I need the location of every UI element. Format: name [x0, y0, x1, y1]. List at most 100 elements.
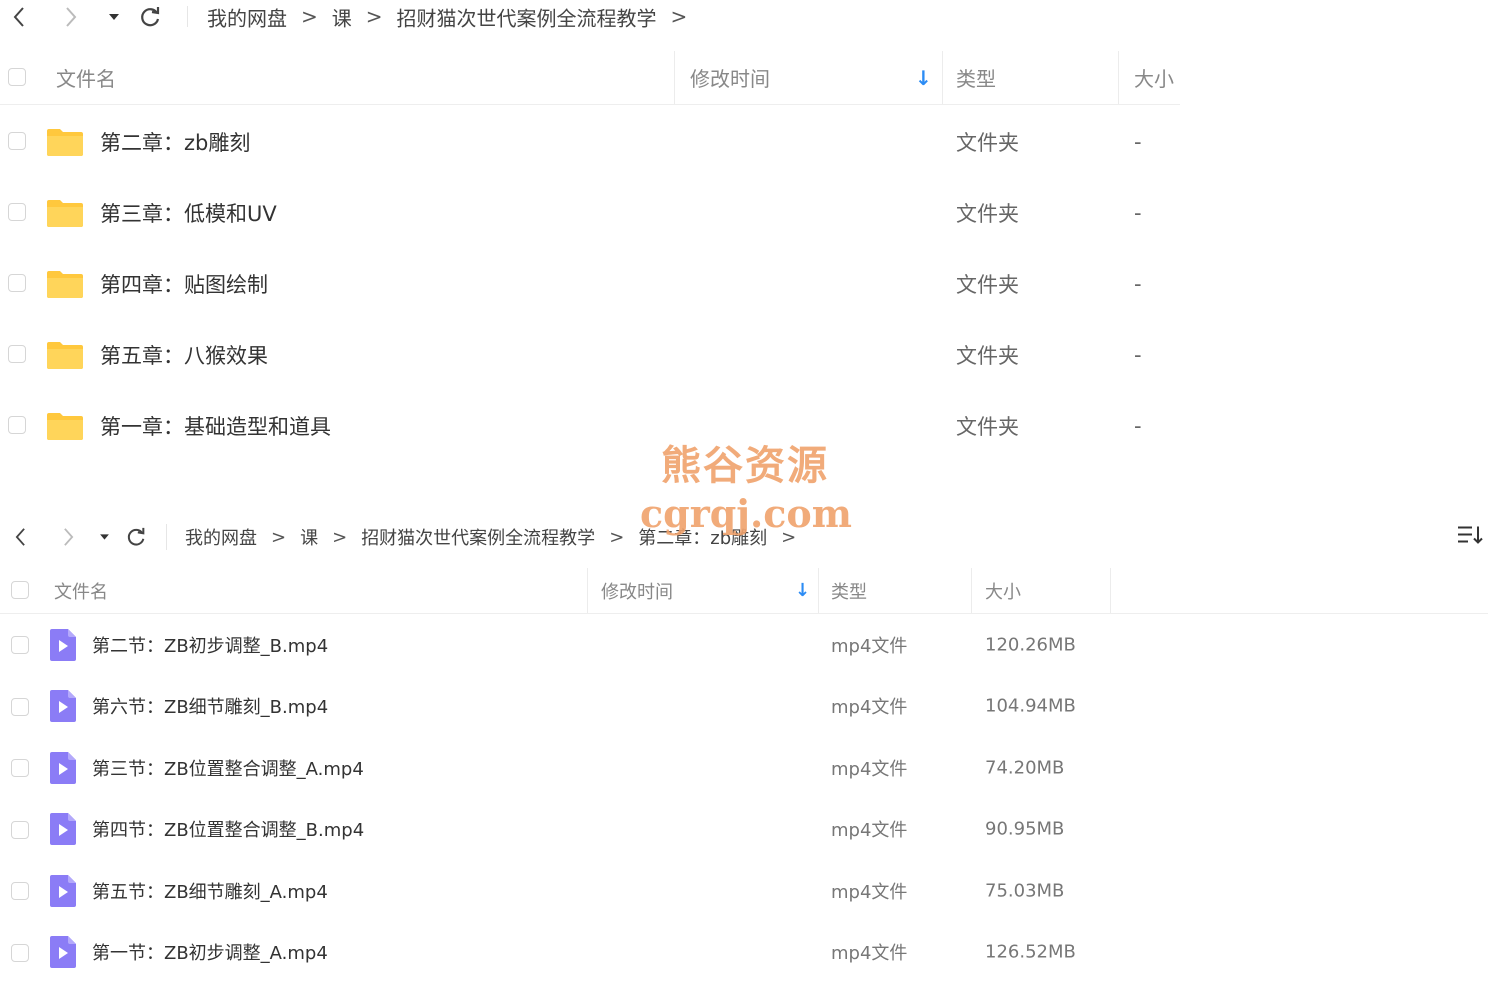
column-header-name[interactable]: 文件名 — [56, 51, 116, 104]
sort-menu-button[interactable] — [1456, 524, 1484, 551]
table-row[interactable]: 第三节：ZB位置整合调整_A.mp4 mp4文件 74.20MB — [0, 737, 1488, 799]
toolbar-divider — [166, 524, 167, 550]
file-name[interactable]: 第一章：基础造型和道具 — [100, 411, 331, 441]
file-type: mp4文件 — [831, 635, 908, 657]
column-header-type[interactable]: 类型 — [956, 51, 996, 104]
refresh-icon — [141, 6, 160, 26]
breadcrumb-item[interactable]: 我的网盘 — [185, 524, 257, 550]
row-checkbox[interactable] — [11, 697, 29, 716]
column-header-type[interactable]: 类型 — [831, 568, 867, 613]
table-row[interactable]: 第六节：ZB细节雕刻_B.mp4 mp4文件 104.94MB — [0, 676, 1488, 738]
breadcrumb-separator: > — [609, 526, 625, 548]
column-divider — [674, 51, 675, 104]
column-header-size[interactable]: 大小 — [985, 568, 1021, 613]
forward-button[interactable] — [64, 6, 78, 28]
select-all-checkbox[interactable] — [8, 68, 26, 86]
file-type: mp4文件 — [831, 820, 908, 842]
file-name[interactable]: 第三节：ZB位置整合调整_A.mp4 — [92, 755, 364, 781]
file-type: 文件夹 — [956, 272, 1019, 297]
table-row[interactable]: 第五章：八猴效果 文件夹 - — [0, 319, 1180, 390]
file-size: - — [1134, 271, 1142, 296]
folder-icon — [47, 412, 83, 440]
file-name[interactable]: 第一节：ZB初步调整_A.mp4 — [92, 939, 328, 965]
column-header-name[interactable]: 文件名 — [54, 568, 108, 613]
row-checkbox[interactable] — [8, 416, 26, 434]
table-row[interactable]: 第二节：ZB初步调整_B.mp4 mp4文件 120.26MB — [0, 614, 1488, 676]
file-name[interactable]: 第五章：八猴效果 — [100, 340, 268, 370]
video-file-icon — [50, 874, 76, 907]
breadcrumb-item[interactable]: 课 — [332, 2, 352, 31]
table-row[interactable]: 第一章：基础造型和道具 文件夹 - — [0, 390, 1180, 461]
table-row[interactable]: 第三章：低模和UV 文件夹 - — [0, 177, 1180, 248]
breadcrumb-separator: > — [301, 4, 318, 29]
table-row[interactable]: 第五节：ZB细节雕刻_A.mp4 mp4文件 75.03MB — [0, 860, 1488, 922]
file-size: - — [1134, 200, 1142, 225]
breadcrumb: 我的网盘 > 课 > 招财猫次世代案例全流程教学 > 第二章：zb雕刻 > — [185, 524, 810, 550]
breadcrumb-separator: > — [271, 526, 287, 548]
row-checkbox[interactable] — [8, 345, 26, 363]
file-size: 120.26MB — [985, 634, 1076, 656]
file-name[interactable]: 第二节：ZB初步调整_B.mp4 — [92, 632, 328, 658]
breadcrumb-item[interactable]: 我的网盘 — [207, 2, 287, 31]
file-size: 75.03MB — [985, 880, 1065, 902]
file-size: 74.20MB — [985, 757, 1065, 779]
breadcrumb-item[interactable]: 招财猫次世代案例全流程教学 — [397, 2, 657, 31]
folder-icon — [47, 199, 83, 227]
refresh-button[interactable] — [138, 5, 162, 29]
sort-descending-icon[interactable]: ↓ — [915, 51, 932, 104]
row-checkbox[interactable] — [11, 759, 29, 777]
file-type: mp4文件 — [831, 881, 908, 903]
toolbar-divider — [187, 6, 188, 27]
forward-button[interactable] — [62, 527, 75, 547]
file-type: mp4文件 — [831, 758, 908, 780]
file-name[interactable]: 第五节：ZB细节雕刻_A.mp4 — [92, 878, 328, 904]
file-size: 126.52MB — [985, 941, 1076, 963]
table-row[interactable]: 第四章：贴图绘制 文件夹 - — [0, 248, 1180, 319]
back-button[interactable] — [14, 527, 27, 547]
file-name[interactable]: 第四节：ZB位置整合调整_B.mp4 — [92, 816, 364, 842]
row-checkbox[interactable] — [8, 274, 26, 292]
sort-descending-icon[interactable]: ↓ — [795, 568, 810, 613]
video-file-icon — [50, 751, 76, 784]
caret-down-icon — [100, 534, 109, 540]
video-file-icon — [50, 628, 76, 661]
row-checkbox[interactable] — [8, 132, 26, 150]
row-checkbox[interactable] — [11, 882, 29, 900]
row-checkbox[interactable] — [8, 203, 26, 221]
column-header-modified[interactable]: 修改时间 — [690, 51, 770, 104]
table-row[interactable]: 第四节：ZB位置整合调整_B.mp4 mp4文件 90.95MB — [0, 799, 1488, 861]
file-name[interactable]: 第三章：低模和UV — [100, 198, 277, 228]
column-divider — [1118, 51, 1119, 104]
file-name[interactable]: 第四章：贴图绘制 — [100, 269, 268, 299]
file-type: 文件夹 — [956, 343, 1019, 368]
file-name[interactable]: 第六节：ZB细节雕刻_B.mp4 — [92, 693, 328, 719]
row-checkbox[interactable] — [11, 820, 29, 839]
breadcrumb: 我的网盘 > 课 > 招财猫次世代案例全流程教学 > — [207, 2, 701, 31]
folder-icon — [47, 341, 83, 369]
table-row[interactable]: 第二章：zb雕刻 文件夹 - — [0, 106, 1180, 177]
navigation-toolbar: 我的网盘 > 课 > 招财猫次世代案例全流程教学 > — [0, 0, 1180, 33]
file-name[interactable]: 第二章：zb雕刻 — [100, 127, 250, 157]
breadcrumb-item[interactable]: 课 — [300, 524, 318, 550]
breadcrumb-item[interactable]: 第二章：zb雕刻 — [638, 524, 767, 550]
refresh-button[interactable] — [125, 526, 147, 548]
video-file-icon — [50, 813, 76, 846]
column-divider — [587, 568, 588, 613]
file-browser-subfolder: 我的网盘 > 课 > 招财猫次世代案例全流程教学 > 第二章：zb雕刻 > 文件名 修改时间 … — [0, 512, 1488, 982]
column-header-modified[interactable]: 修改时间 — [601, 568, 673, 613]
file-size: - — [1134, 129, 1142, 154]
chevron-left-icon — [15, 528, 25, 546]
caret-down-icon — [109, 13, 119, 20]
column-divider — [1110, 568, 1111, 613]
file-type: 文件夹 — [956, 130, 1019, 155]
history-dropdown-button[interactable] — [99, 534, 110, 541]
breadcrumb-item[interactable]: 招财猫次世代案例全流程教学 — [361, 524, 595, 550]
select-all-checkbox[interactable] — [11, 581, 29, 599]
back-button[interactable] — [12, 6, 26, 28]
table-row[interactable]: 第一节：ZB初步调整_A.mp4 mp4文件 126.52MB — [0, 922, 1488, 982]
file-list-header: 文件名 修改时间 ↓ 类型 大小 — [0, 51, 1180, 105]
column-header-size[interactable]: 大小 — [1134, 51, 1174, 104]
row-checkbox[interactable] — [11, 943, 29, 962]
row-checkbox[interactable] — [11, 636, 29, 654]
history-dropdown-button[interactable] — [108, 13, 120, 21]
